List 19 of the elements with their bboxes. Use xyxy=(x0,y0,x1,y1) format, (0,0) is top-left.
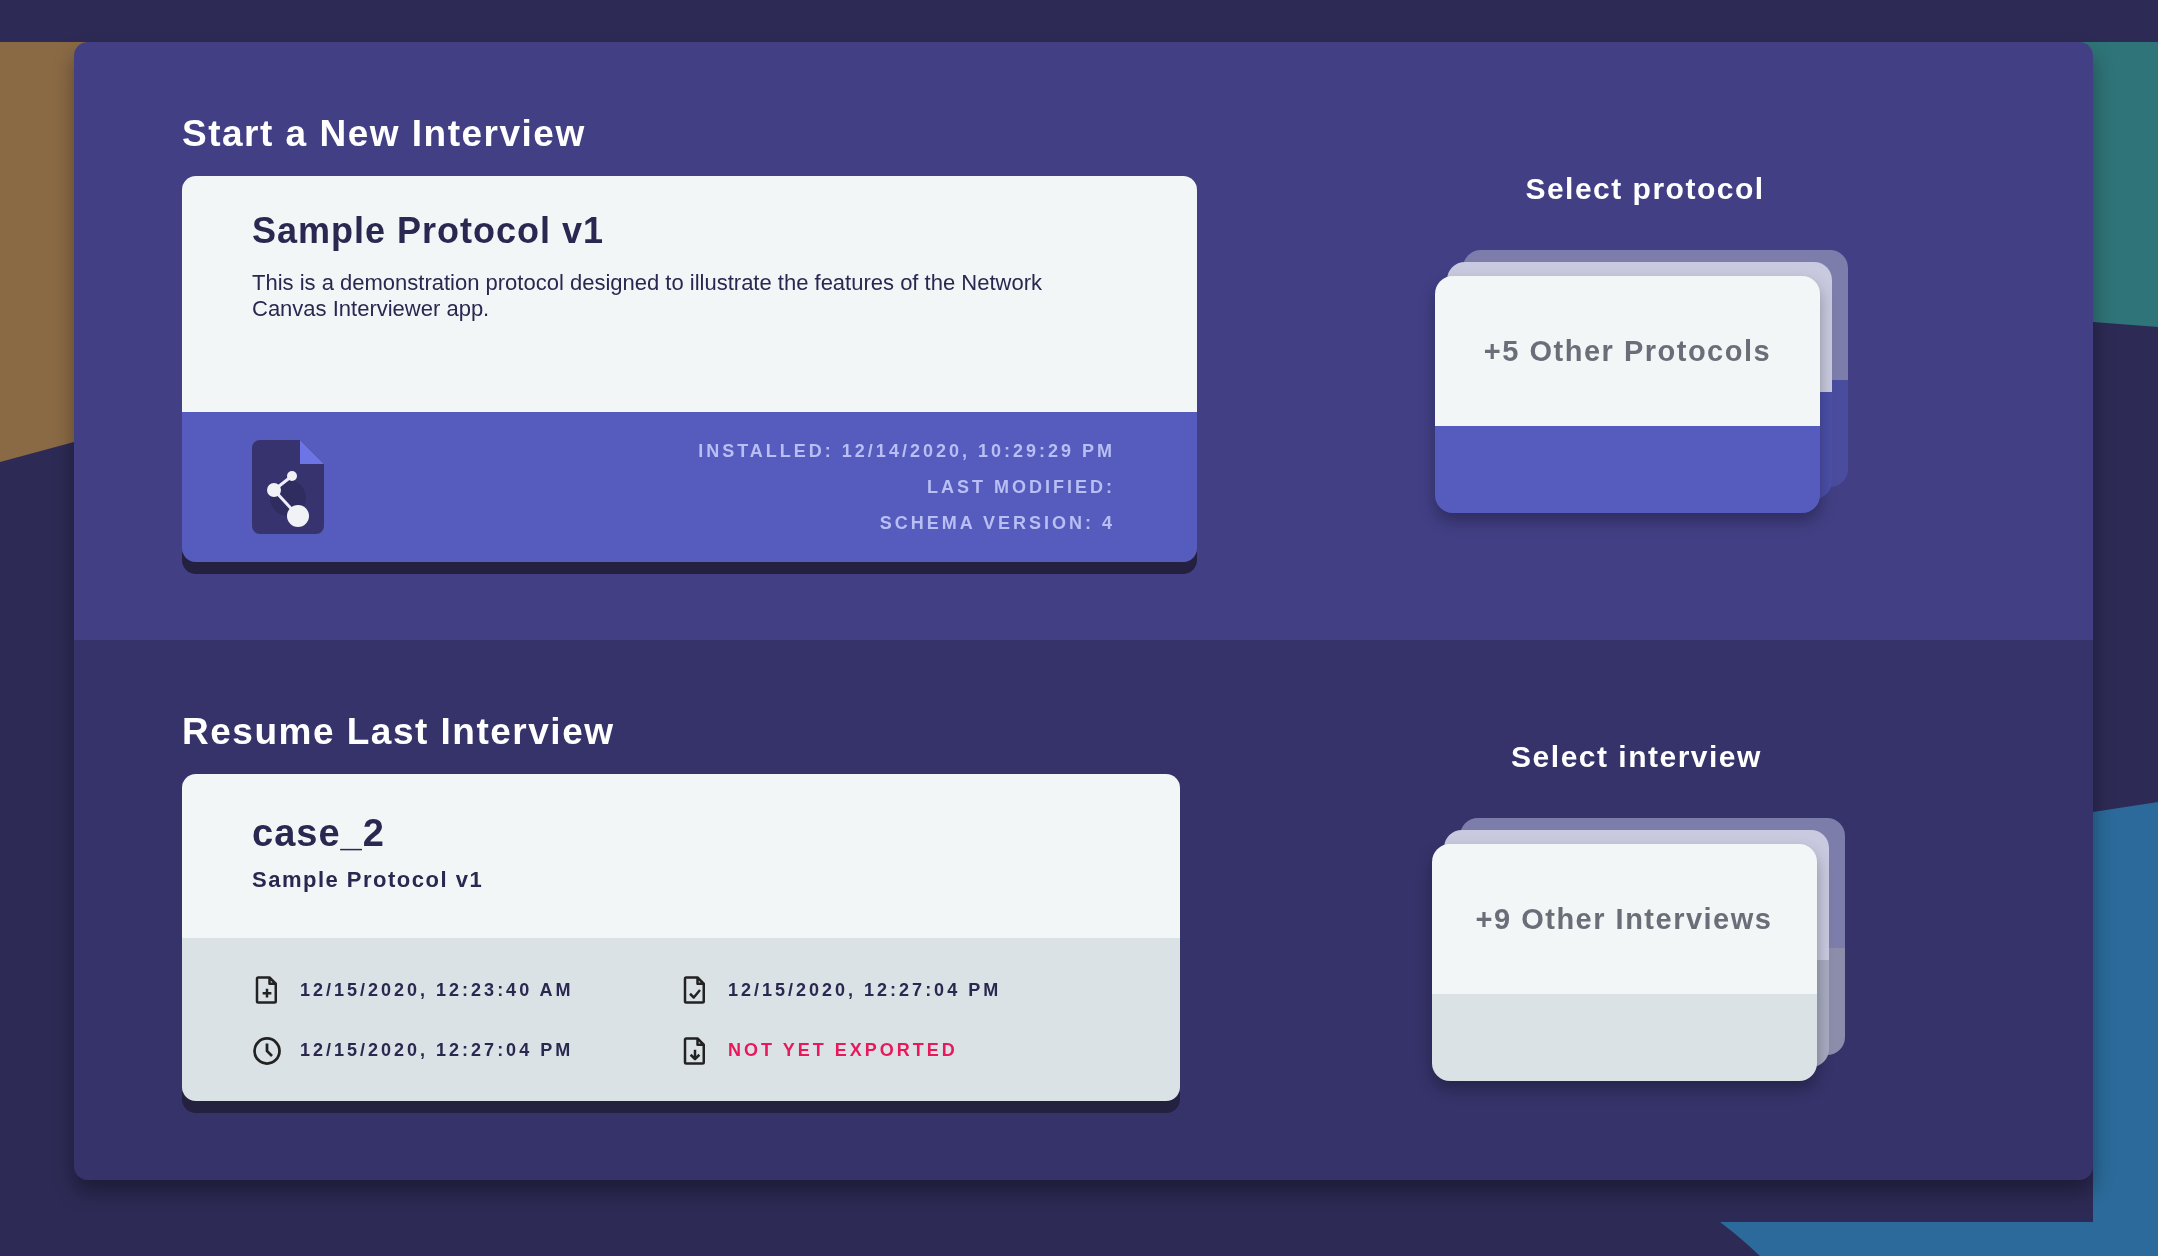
other-count-label: +9 Other Interviews xyxy=(1475,902,1773,936)
protocol-meta-text: INSTALLED: 12/14/2020, 10:29:29 PM xyxy=(698,440,1115,462)
export-status: NOT YET EXPORTED xyxy=(728,1040,958,1062)
selector-title: Select protocol xyxy=(1525,172,1765,206)
timestamp: 12/15/2020, 12:23:40 AM xyxy=(300,979,574,1001)
section-heading: Resume Last Interview xyxy=(182,710,616,754)
timestamp: 12/15/2020, 12:27:04 PM xyxy=(728,979,1002,1001)
protocol-title: Sample Protocol v1 xyxy=(252,210,606,252)
timestamp: 12/15/2020, 12:27:04 PM xyxy=(300,1040,574,1062)
section-heading: Start a New Interview xyxy=(182,112,587,156)
other-count-label: +5 Other Protocols xyxy=(1483,334,1772,368)
clock-icon xyxy=(252,1035,282,1066)
case-id: case_2 xyxy=(252,812,386,855)
protocol-meta-text: SCHEMA VERSION: 4 xyxy=(879,512,1115,534)
protocol-description: This is a demonstration protocol designed to illustrate the features of the Network Canvas Interviewer app. xyxy=(252,270,1043,322)
protocol-name: Sample Protocol v1 xyxy=(252,867,485,893)
selector-title: Select interview xyxy=(1511,740,1762,774)
protocol-file-icon xyxy=(252,440,324,534)
protocol-meta-text: LAST MODIFIED: xyxy=(927,476,1115,498)
